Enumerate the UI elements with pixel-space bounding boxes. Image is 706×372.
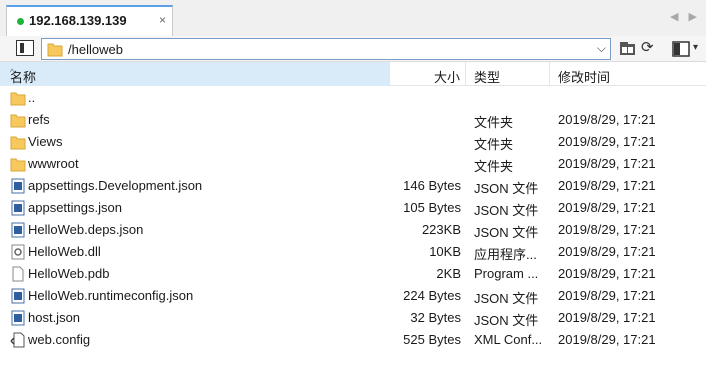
folder-up-icon [10, 92, 26, 106]
file-row[interactable]: Views 文件夹 2019/8/29, 17:21 [0, 131, 706, 153]
view-mode-icon[interactable] [672, 41, 690, 57]
file-type: Program ... [474, 266, 539, 281]
file-modified: 2019/8/29, 17:21 [558, 310, 656, 325]
file-modified: 2019/8/29, 17:21 [558, 112, 656, 127]
file-size: 224 Bytes [403, 288, 461, 303]
file-modified: 2019/8/29, 17:21 [558, 222, 656, 237]
dll-file-icon [11, 244, 25, 260]
file-modified: 2019/8/29, 17:21 [558, 332, 656, 347]
folder-icon [10, 136, 26, 150]
file-row[interactable]: refs 文件夹 2019/8/29, 17:21 [0, 109, 706, 131]
file-type: XML Conf... [474, 332, 543, 347]
file-row[interactable]: HelloWeb.pdb 2KB Program ... 2019/8/29, … [0, 263, 706, 285]
file-list: .. refs 文件夹 2019/8/29, 17:21 Views 文件夹 2… [0, 87, 706, 351]
file-modified: 2019/8/29, 17:21 [558, 200, 656, 215]
refresh-icon[interactable]: ⟳ [641, 40, 657, 57]
panel-toggle-icon[interactable] [16, 40, 34, 56]
file-size: 32 Bytes [410, 310, 461, 325]
file-name: appsettings.Development.json [28, 178, 203, 193]
file-row[interactable]: appsettings.json 105 Bytes JSON 文件 2019/… [0, 197, 706, 219]
file-row[interactable]: wwwroot 文件夹 2019/8/29, 17:21 [0, 153, 706, 175]
path-history-chevron-icon[interactable]: ⌵ [597, 41, 606, 56]
file-modified: 2019/8/29, 17:21 [558, 156, 656, 171]
file-name: Views [28, 134, 63, 149]
file-row[interactable]: HelloWeb.deps.json 223KB JSON 文件 2019/8/… [0, 219, 706, 241]
file-type: JSON 文件 [474, 181, 539, 196]
json-file-icon [11, 200, 25, 216]
file-row[interactable]: HelloWeb.dll 10KB 应用程序... 2019/8/29, 17:… [0, 241, 706, 263]
column-size[interactable]: 大小 [390, 62, 466, 86]
file-name: HelloWeb.pdb [28, 266, 110, 281]
file-row[interactable]: HelloWeb.runtimeconfig.json 224 Bytes JS… [0, 285, 706, 307]
tab-close-icon[interactable]: × [159, 13, 166, 27]
tab-scroll-left-icon[interactable]: ◀ [670, 11, 688, 23]
file-type: JSON 文件 [474, 225, 539, 240]
tab-scroll-arrows: ◀▶ [670, 10, 706, 23]
tab-title: 192.168.139.139 [29, 13, 127, 28]
json-file-icon [11, 222, 25, 238]
file-type: 文件夹 [474, 137, 514, 152]
file-modified: 2019/8/29, 17:21 [558, 266, 656, 281]
xml-config-file-icon [10, 332, 25, 348]
folder-icon [10, 158, 26, 172]
folder-icon [47, 43, 63, 57]
file-type: JSON 文件 [474, 313, 539, 328]
file-modified: 2019/8/29, 17:21 [558, 134, 656, 149]
file-name: web.config [28, 332, 91, 347]
tab-scroll-right-icon[interactable]: ▶ [688, 11, 706, 23]
column-type[interactable]: 类型 [466, 62, 550, 86]
column-type-label: 类型 [474, 70, 501, 85]
json-file-icon [11, 178, 25, 194]
tab-strip: 192.168.139.139 × ◀▶ [0, 0, 706, 36]
view-mode-dropdown-icon[interactable]: ▾ [693, 42, 698, 53]
file-size: 223KB [421, 222, 461, 237]
file-type: 文件夹 [474, 159, 514, 174]
file-size: 525 Bytes [403, 332, 461, 347]
file-type: JSON 文件 [474, 203, 539, 218]
file-row[interactable]: .. [0, 87, 706, 109]
column-modified[interactable]: 修改时间 [550, 62, 706, 86]
file-name: HelloWeb.dll [28, 244, 101, 259]
file-row[interactable]: host.json 32 Bytes JSON 文件 2019/8/29, 17… [0, 307, 706, 329]
file-name: .. [28, 90, 36, 105]
file-name: host.json [28, 310, 81, 325]
file-type: 文件夹 [474, 115, 514, 130]
toolbar: /helloweb ⌵ ⟳ ▾ [0, 36, 706, 62]
file-name: HelloWeb.runtimeconfig.json [28, 288, 194, 303]
tab-connection[interactable]: 192.168.139.139 × [6, 5, 173, 36]
file-row[interactable]: web.config 525 Bytes XML Conf... 2019/8/… [0, 329, 706, 351]
file-type: JSON 文件 [474, 291, 539, 306]
file-name: appsettings.json [28, 200, 122, 215]
file-size: 105 Bytes [403, 200, 461, 215]
path-input[interactable]: /helloweb ⌵ [41, 38, 611, 60]
file-modified: 2019/8/29, 17:21 [558, 244, 656, 259]
file-icon [12, 266, 24, 282]
file-name: HelloWeb.deps.json [28, 222, 144, 237]
file-size: 10KB [429, 244, 461, 259]
column-modified-label: 修改时间 [558, 70, 611, 85]
file-name: wwwroot [28, 156, 79, 171]
sort-ascending-icon: ^ [10, 67, 15, 77]
path-text: /helloweb [68, 42, 123, 57]
column-header: 名称 ^ 大小 类型 修改时间 [0, 62, 706, 86]
json-file-icon [11, 310, 25, 326]
file-name: refs [28, 112, 50, 127]
file-row[interactable]: appsettings.Development.json 146 Bytes J… [0, 175, 706, 197]
file-modified: 2019/8/29, 17:21 [558, 288, 656, 303]
column-size-label: 大小 [433, 70, 460, 85]
folder-icon [10, 114, 26, 128]
file-size: 146 Bytes [403, 178, 461, 193]
connected-status-icon [17, 18, 24, 25]
column-name[interactable]: 名称 ^ [0, 62, 390, 86]
file-type: 应用程序... [474, 247, 537, 262]
json-file-icon [11, 288, 25, 304]
sync-browsing-icon[interactable] [619, 41, 636, 57]
file-size: 2KB [436, 266, 461, 281]
file-modified: 2019/8/29, 17:21 [558, 178, 656, 193]
